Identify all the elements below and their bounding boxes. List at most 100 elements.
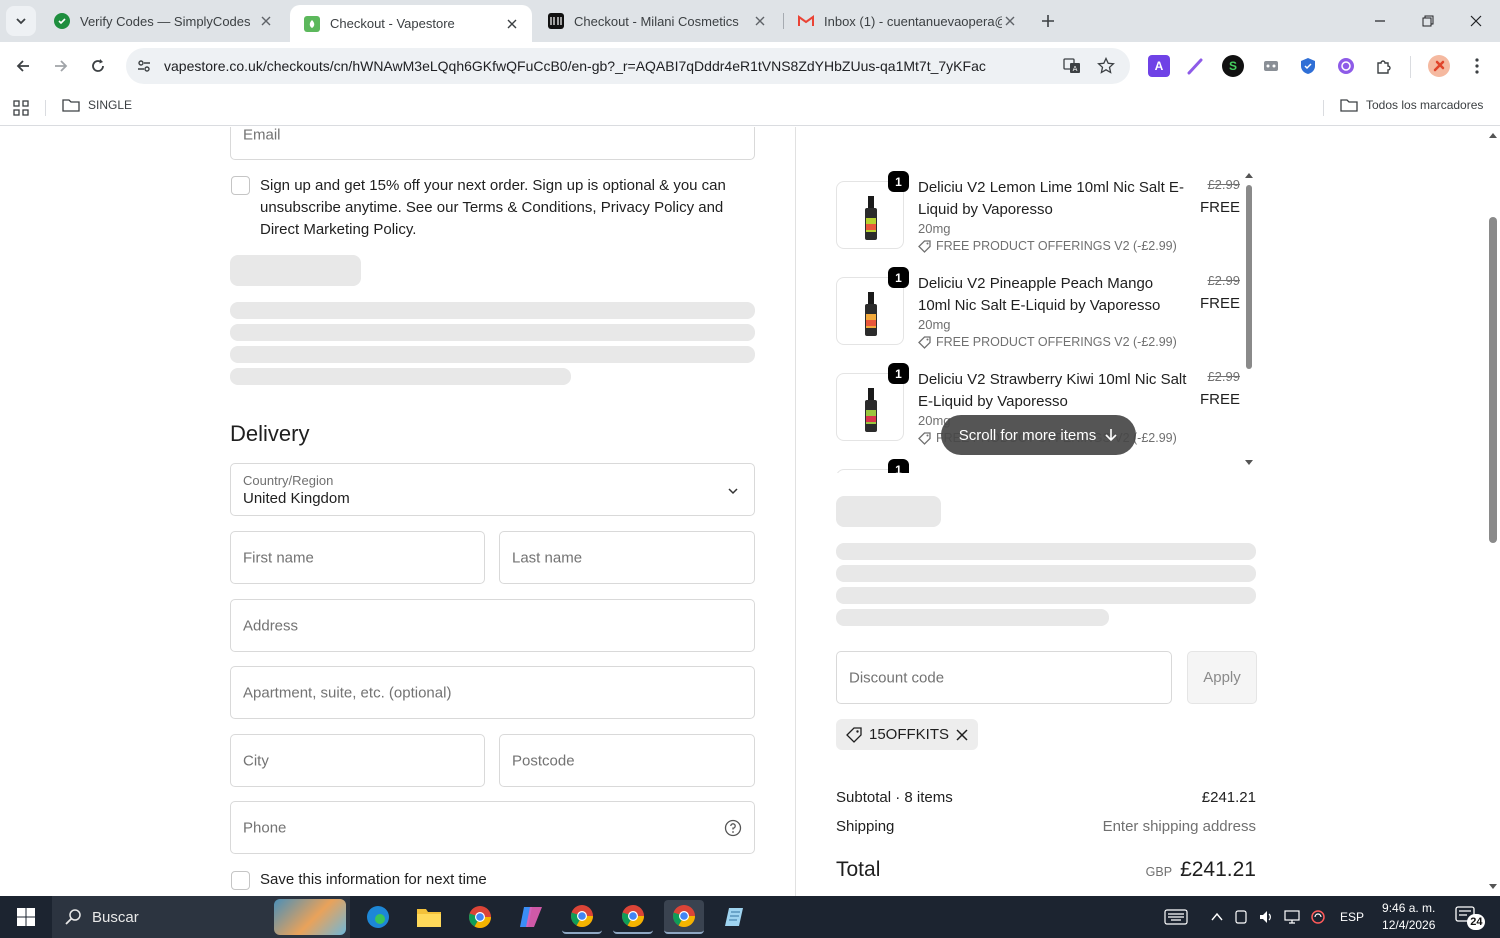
close-icon[interactable] [258,13,274,29]
tab-gmail[interactable]: Inbox (1) - cuentanuevaopera@ [784,0,1030,42]
clock[interactable]: 9:46 a. m. 12/4/2026 [1382,900,1435,934]
chrome-icon [571,905,593,927]
first-name-placeholder: First name [243,549,314,566]
copilot-app[interactable] [511,900,551,934]
chrome-profile-app[interactable] [613,900,653,934]
wifi-warning-icon[interactable] [1310,909,1326,925]
chrome-app[interactable] [460,900,500,934]
translate-icon[interactable]: A [1061,55,1083,77]
signup-checkbox[interactable] [231,176,250,195]
search-highlight-image [274,899,346,935]
back-button[interactable] [9,52,37,80]
extension-s-icon[interactable]: S [1222,55,1244,77]
apartment-placeholder: Apartment, suite, etc. (optional) [243,684,452,701]
city-placeholder: City [243,752,269,769]
apps-grid-icon[interactable] [13,100,29,116]
last-name-field[interactable]: Last name [499,531,755,584]
taskbar-search[interactable]: Buscar [52,896,350,938]
chevron-up-icon[interactable] [1210,910,1224,924]
email-field[interactable]: Email [230,127,755,160]
all-bookmarks-folder[interactable]: Todos los marcadores [1340,98,1483,112]
site-settings-icon[interactable] [134,56,154,76]
tab-title: Inbox (1) - cuentanuevaopera@ [824,13,1002,29]
clock-date: 12/4/2026 [1382,918,1436,932]
tray-app-icon[interactable] [1234,909,1248,925]
apartment-field[interactable]: Apartment, suite, etc. (optional) [230,666,755,719]
scrollbar-thumb[interactable] [1489,217,1497,543]
subtotal-row: Subtotal · 8 items £241.21 [836,789,1256,806]
discount-code-field[interactable]: Discount code [836,651,1172,704]
close-window-button[interactable] [1452,0,1500,42]
line-item: 1 Deliciu V2 Lemon Lime 10ml Nic Salt E-… [836,171,1246,257]
folder-icon [62,99,80,112]
tag-icon [918,239,931,253]
items-scrollbar[interactable] [1244,171,1254,473]
postcode-field[interactable]: Postcode [499,734,755,787]
minimize-button[interactable] [1356,0,1404,42]
restore-button[interactable] [1404,0,1452,42]
apply-button[interactable]: Apply [1187,651,1257,704]
tab-title: Checkout - Vapestore [330,16,455,31]
save-info-label: Save this information for next time [260,871,487,888]
tab-title: Checkout - Milani Cosmetics [574,13,739,29]
scroll-more-button[interactable]: Scroll for more items [941,415,1136,455]
tab-milani[interactable]: Checkout - Milani Cosmetics [534,0,780,42]
original-price: £2.99 [1207,177,1240,192]
tab-vapestore[interactable]: Checkout - Vapestore [290,5,532,42]
chevron-down-icon [16,18,26,25]
country-value: United Kingdom [243,490,350,507]
chrome-profile-app[interactable] [562,900,602,934]
plus-icon [1042,15,1054,27]
country-select[interactable]: Country/Region United Kingdom [230,463,755,516]
volume-icon[interactable] [1258,909,1274,925]
close-icon[interactable] [504,16,520,32]
city-field[interactable]: City [230,734,485,787]
phone-field[interactable]: Phone [230,801,755,854]
last-name-placeholder: Last name [512,549,583,566]
remove-discount-icon[interactable] [956,728,968,741]
quantity-badge: 1 [888,171,909,192]
input-language[interactable]: ESP [1340,910,1364,924]
tab-search-button[interactable] [6,6,36,36]
folder-icon [1340,99,1358,112]
new-tab-button[interactable] [1036,9,1060,33]
bookmark-label: SINGLE [88,98,133,112]
chrome-active-app[interactable] [664,900,704,934]
save-info-checkbox[interactable] [231,871,250,890]
address-placeholder: Address [243,617,299,634]
extension-a-icon[interactable]: A [1148,55,1170,77]
extension-circle-icon[interactable] [1335,55,1357,77]
reload-button[interactable] [84,52,112,80]
total-amount: GBP £241.21 [1146,858,1256,882]
address-bar[interactable]: vapestore.co.uk/checkouts/cn/hWNAwM3eLQq… [126,48,1130,84]
tab-simplycodes[interactable]: Verify Codes — SimplyCodes [40,0,286,42]
notepad-app[interactable] [715,900,755,934]
delivery-heading: Delivery [230,421,310,446]
start-button[interactable] [6,900,46,934]
page-scrollbar[interactable] [1486,127,1500,896]
notifications-button[interactable]: 24 [1455,906,1486,930]
extension-pen-icon[interactable] [1185,55,1207,77]
network-icon[interactable] [1284,909,1302,925]
clock-time: 9:46 a. m. [1382,901,1436,915]
discount-text: FREE PRODUCT OFFERINGS V2 (-£2.99) [936,239,1177,253]
edge-app[interactable] [358,900,398,934]
bookmark-star-icon[interactable] [1095,55,1117,77]
menu-kebab-icon[interactable] [1466,55,1488,77]
bookmark-folder-single[interactable]: SINGLE [62,98,132,112]
extensions-puzzle-icon[interactable] [1373,55,1395,77]
profile-avatar[interactable] [1428,55,1450,77]
first-name-field[interactable]: First name [230,531,485,584]
forward-button[interactable] [47,52,75,80]
scrollbar-thumb[interactable] [1246,185,1252,369]
close-icon[interactable] [1002,13,1018,29]
extension-shield-icon[interactable] [1297,55,1319,77]
skeleton-line [836,587,1256,604]
keyboard-icon[interactable] [1164,909,1188,925]
address-field[interactable]: Address [230,599,755,652]
extension-game-icon[interactable] [1260,55,1282,77]
help-circle-icon[interactable] [724,819,742,837]
close-icon[interactable] [752,13,768,29]
tag-icon [846,726,862,743]
file-explorer-app[interactable] [409,900,449,934]
